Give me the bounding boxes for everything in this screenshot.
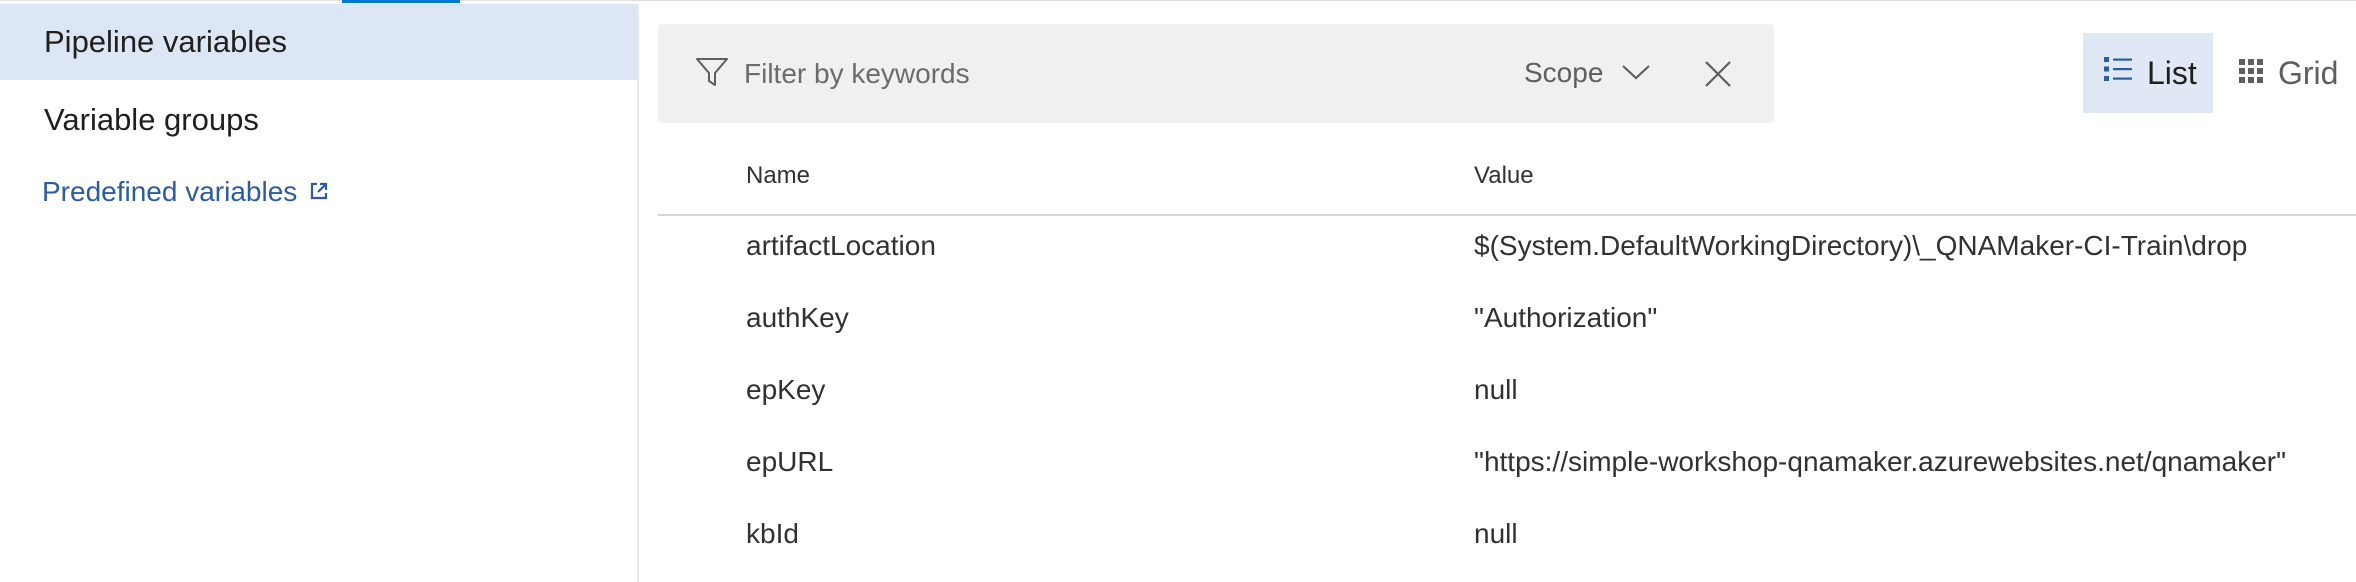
variable-value: "Authorization" [1474,302,1658,333]
sidebar-divider [637,4,639,582]
table-row[interactable]: epURL "https://simple-workshop-qnamaker.… [658,432,2356,504]
sidebar-item-pipeline-variables[interactable]: Pipeline variables [0,4,637,80]
active-tab-indicator [342,0,460,3]
list-icon [2103,54,2133,92]
variables-table: Name Value artifactLocation $(System.Def… [658,150,2356,549]
sidebar-item-variable-groups[interactable]: Variable groups [0,82,637,158]
sidebar-item-label: Pipeline variables [44,24,287,59]
close-icon [1700,61,1736,96]
sidebar-item-label: Variable groups [44,102,259,137]
variable-value: null [1474,518,1518,549]
clear-filter-button[interactable] [1700,56,1736,92]
table-row[interactable]: artifactLocation $(System.DefaultWorking… [658,216,2356,288]
variable-name: kbId [746,518,799,549]
table-header: Name Value [658,150,2356,216]
variable-value: $(System.DefaultWorkingDirectory)\_QNAMa… [1474,230,2248,261]
variable-value: null [1474,374,1518,405]
variable-name: artifactLocation [746,230,936,261]
variable-name: authKey [746,302,849,333]
external-link-icon [309,176,329,208]
scope-dropdown[interactable]: Scope [1524,50,1651,96]
variable-name: epKey [746,374,826,405]
column-header-name[interactable]: Name [746,162,810,190]
column-header-value[interactable]: Value [1474,162,1534,190]
table-row[interactable]: authKey "Authorization" [658,288,2356,360]
table-body: artifactLocation $(System.DefaultWorking… [658,216,2356,576]
link-label: Predefined variables [42,176,298,207]
list-view-button[interactable]: List [2083,33,2213,113]
filter-bar: Scope [658,24,1774,123]
grid-view-button[interactable]: Grid [2234,33,2356,113]
grid-icon [2238,55,2264,92]
variable-value: "https://simple-workshop-qnamaker.azurew… [1474,446,2287,477]
grid-view-label: Grid [2278,54,2339,91]
predefined-variables-link[interactable]: Predefined variables [42,172,329,212]
table-row[interactable]: kbId null [658,504,2356,576]
filter-keywords-input[interactable] [742,50,1386,98]
table-row[interactable]: epKey null [658,360,2356,432]
variable-name: epURL [746,446,834,477]
variables-sidebar: Pipeline variables Variable groups Prede… [0,4,637,582]
filter-icon [694,54,730,90]
scope-label: Scope [1524,57,1604,88]
list-view-label: List [2147,54,2197,91]
chevron-down-icon [1621,57,1651,89]
